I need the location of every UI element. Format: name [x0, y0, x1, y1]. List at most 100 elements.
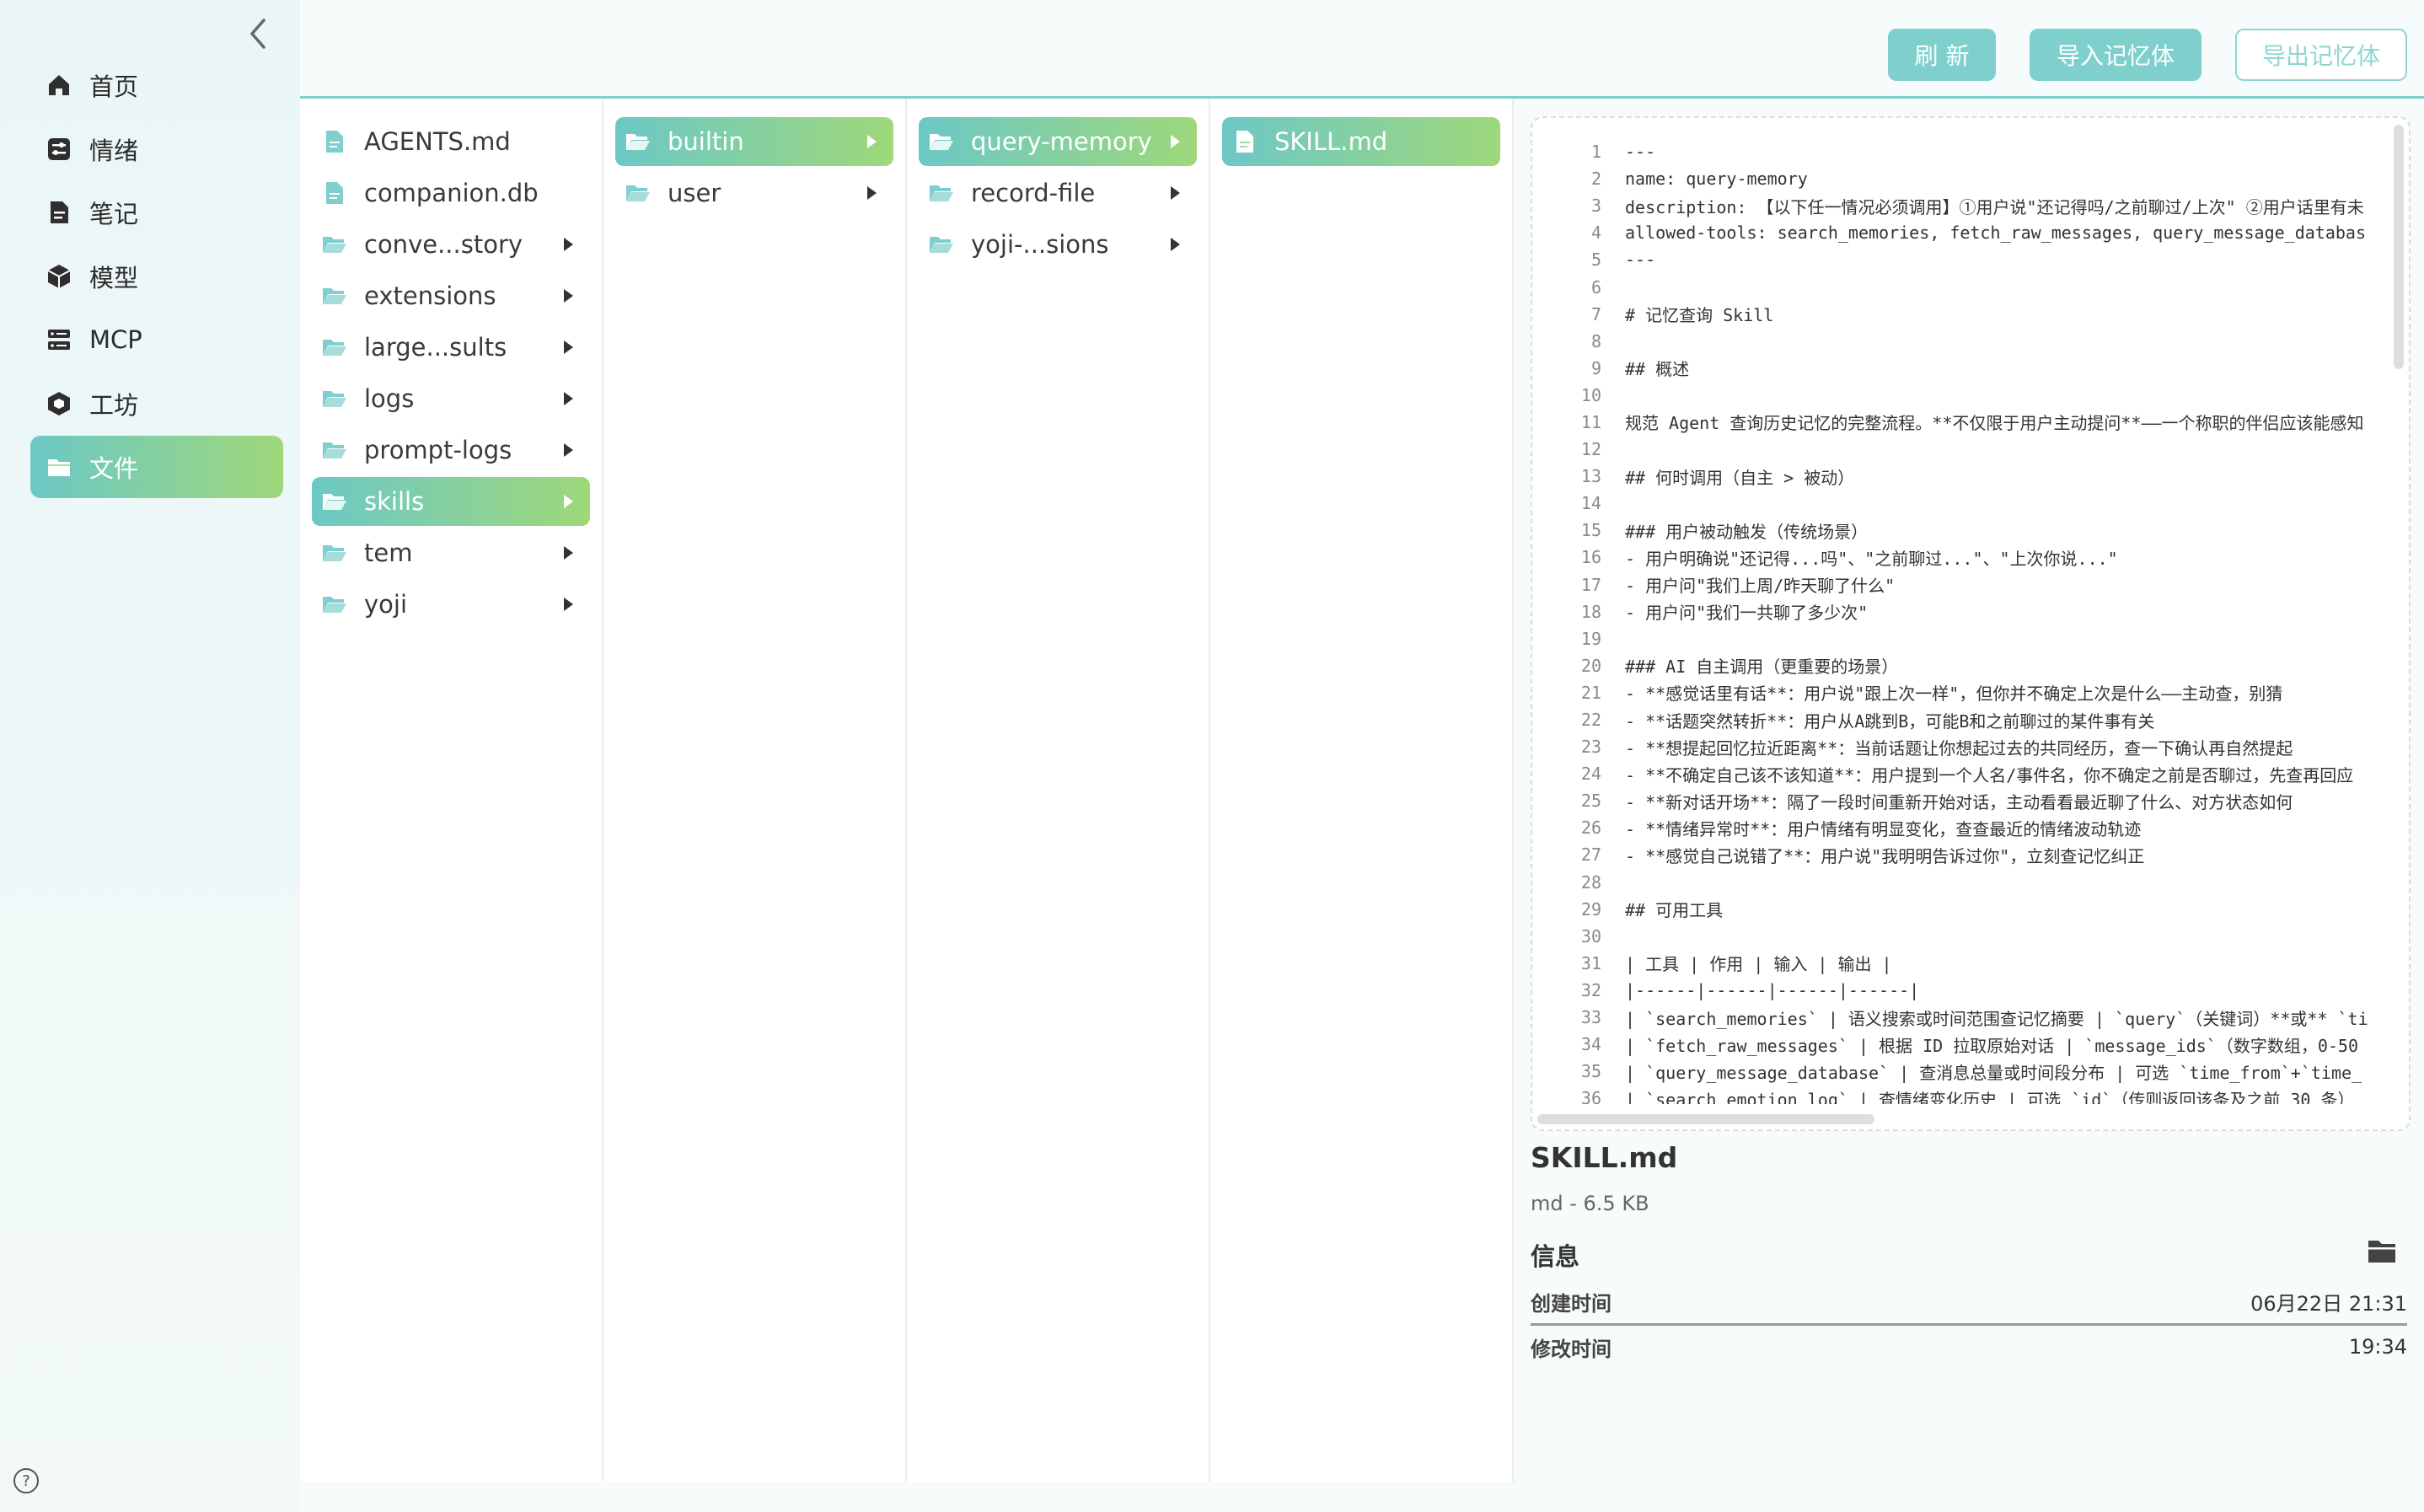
vertical-scrollbar[interactable]	[2394, 125, 2404, 369]
import-memory-button[interactable]: 导入记忆体	[2030, 29, 2201, 81]
item-name: companion.db	[364, 179, 539, 207]
line-content: - 用户问"我们上周/昨天聊了什么"	[1625, 576, 1896, 597]
open-folder-button[interactable]	[2367, 1237, 2397, 1268]
sidebar-item-models[interactable]: 模型	[30, 245, 283, 308]
line-content: ## 概述	[1625, 359, 1690, 380]
line-number: 17	[1580, 574, 1601, 595]
caret-right-icon	[558, 440, 578, 460]
sidebar-item-workshop[interactable]: 工坊	[30, 373, 283, 435]
line-content: - 用户明确说"还记得...吗"、"之前聊过..."、"上次你说..."	[1625, 548, 2118, 569]
sidebar-item-notes[interactable]: 笔记	[30, 181, 283, 244]
line-content: ### AI 自主调用（更重要的场景）	[1625, 657, 1899, 678]
folder-open-icon	[322, 437, 347, 463]
list-item[interactable]: yoji-...sions	[919, 220, 1197, 269]
list-item[interactable]: yoji	[312, 580, 590, 629]
folder-open-icon	[929, 180, 954, 206]
code-line: 4 allowed-tools: search_memories, fetch_r…	[1532, 219, 2389, 246]
list-item[interactable]: prompt-logs	[312, 426, 590, 475]
list-item[interactable]: tem	[312, 528, 590, 577]
sidebar-nav: 首页 情绪 笔记 模型 MCP 工坊 文件	[30, 54, 283, 500]
list-item[interactable]: large...sults	[312, 323, 590, 372]
code-line: 33 | `search_memories` | 语义搜索或时间范围查记忆摘要 |…	[1532, 1004, 2389, 1031]
code-line: 28	[1532, 869, 2389, 896]
line-number: 22	[1580, 710, 1601, 731]
code-line: 11 规范 Agent 查询历史记忆的完整流程。**不仅限于用户主动提问**——一…	[1532, 409, 2389, 436]
line-content: ## 何时调用（自主 > 被动）	[1625, 467, 1855, 488]
created-time-label: 创建时间	[1531, 1291, 1612, 1316]
list-item[interactable]: extensions	[312, 271, 590, 320]
line-content: allowed-tools: search_memories, fetch_ra…	[1625, 223, 2366, 244]
modified-time-label: 修改时间	[1531, 1337, 1612, 1361]
folder-open-icon	[322, 232, 347, 257]
code-line: 34 | `fetch_raw_messages` | 根据 ID 拉取原始对话 …	[1532, 1031, 2389, 1058]
sidebar-item-mcp[interactable]: MCP	[30, 308, 283, 371]
file-icon	[1232, 129, 1258, 154]
sidebar-item-files[interactable]: 文件	[30, 436, 283, 498]
item-name: extensions	[364, 281, 496, 310]
caret-right-icon	[558, 594, 578, 614]
list-item-selected[interactable]: SKILL.md	[1222, 117, 1500, 166]
folder-open-icon	[322, 489, 347, 514]
caret-right-icon	[558, 389, 578, 409]
code-line: 12	[1532, 436, 2389, 463]
export-memory-button[interactable]: 导出记忆体	[2235, 29, 2407, 81]
file-column-3: query-memory record-file yoji-...sions	[907, 99, 1210, 1482]
line-content: 规范 Agent 查询历史记忆的完整流程。**不仅限于用户主动提问**——一个称…	[1625, 413, 2364, 434]
code-line: 27 - **感觉自己说错了**：用户说"我明明告诉过你"，立刻查记忆纠正	[1532, 841, 2389, 868]
caret-right-icon	[558, 234, 578, 255]
line-content: # 记忆查询 Skill	[1625, 305, 1774, 326]
code-line: 19	[1532, 625, 2389, 652]
code-line: 22 - **话题突然转折**：用户从A跳到B，可能B和之前聊过的某件事有关	[1532, 706, 2389, 733]
sidebar-item-home[interactable]: 首页	[30, 54, 283, 116]
code-line: 3 description: 【以下任一情况必须调用】①用户说"还记得吗/之前聊过…	[1532, 192, 2389, 219]
sidebar-item-label: MCP	[89, 325, 142, 354]
file-icon	[322, 180, 347, 206]
list-item[interactable]: logs	[312, 374, 590, 423]
list-item-selected[interactable]: builtin	[615, 117, 893, 166]
line-content: ## 可用工具	[1625, 900, 1724, 921]
modified-time-row: 修改时间 19:34	[1531, 1325, 2407, 1369]
line-number: 27	[1580, 844, 1601, 866]
list-item[interactable]: record-file	[919, 169, 1197, 217]
list-item[interactable]: AGENTS.md	[312, 117, 590, 166]
refresh-button[interactable]: 刷 新	[1888, 29, 1996, 81]
line-number: 25	[1580, 791, 1601, 812]
item-name: yoji	[364, 590, 408, 619]
item-name: prompt-logs	[364, 436, 512, 464]
code-line: 10	[1532, 382, 2389, 409]
line-content: | `query_message_database` | 查消息总量或时间段分布…	[1625, 1062, 2362, 1083]
file-meta: md - 6.5 KB	[1531, 1192, 1649, 1215]
list-item[interactable]: companion.db	[312, 169, 590, 217]
file-name-heading: SKILL.md	[1531, 1141, 1678, 1174]
code-line: 23 - **想提起回忆拉近距离**：当前话题让你想起过去的共同经历，查一下确认再…	[1532, 733, 2389, 760]
file-icon	[322, 129, 347, 154]
list-item[interactable]: conve...story	[312, 220, 590, 269]
file-preview[interactable]: 1 --- 2 name: query-memory 3 description: 【以下…	[1531, 116, 2411, 1131]
line-number: 15	[1580, 520, 1601, 541]
folder-open-icon	[322, 335, 347, 360]
line-number: 7	[1590, 303, 1601, 324]
folder-open-icon	[322, 283, 347, 308]
item-name: large...sults	[364, 333, 507, 362]
collapse-sidebar-button[interactable]	[239, 15, 276, 52]
line-content: name: query-memory	[1625, 169, 1808, 190]
sidebar-item-emotion[interactable]: 情绪	[30, 118, 283, 180]
chevron-left-icon	[250, 19, 265, 49]
line-content: |------|------|------|------|	[1625, 979, 1920, 1000]
list-item-selected[interactable]: query-memory	[919, 117, 1197, 166]
sidebar-item-label: 文件	[89, 454, 139, 483]
line-content: - **情绪异常时**：用户情绪有明显变化，查查最近的情绪波动轨迹	[1625, 818, 2142, 839]
horizontal-scrollbar[interactable]	[1537, 1114, 1874, 1124]
package-icon	[44, 389, 74, 419]
line-number: 4	[1590, 223, 1601, 244]
file-column-2: builtin user	[603, 99, 907, 1482]
help-button[interactable]: ?	[13, 1468, 39, 1493]
created-time-row: 创建时间 06月22日 21:31	[1531, 1279, 2407, 1326]
created-time-value: 06月22日 21:31	[2250, 1291, 2407, 1316]
folder-open-icon	[322, 540, 347, 566]
list-item[interactable]: user	[615, 169, 893, 217]
list-item-selected[interactable]: skills	[312, 477, 590, 526]
file-column-4: SKILL.md	[1210, 99, 1514, 1482]
line-content: - **感觉自己说错了**：用户说"我明明告诉过你"，立刻查记忆纠正	[1625, 845, 2145, 866]
code-line: 17 - 用户问"我们上周/昨天聊了什么"	[1532, 571, 2389, 598]
